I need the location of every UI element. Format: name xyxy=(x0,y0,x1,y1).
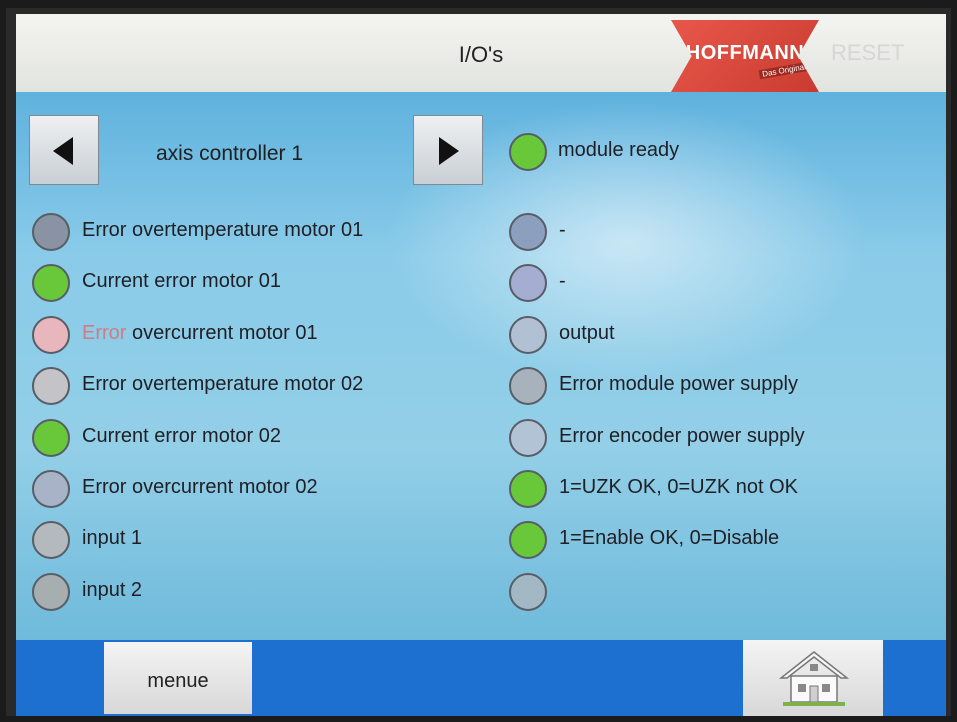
reset-button[interactable]: RESET xyxy=(831,40,904,66)
left-indicator-led xyxy=(32,213,70,251)
left-indicator-led xyxy=(32,521,70,559)
right-indicator-led xyxy=(509,367,547,405)
home-icon xyxy=(779,651,849,706)
label-text: Current error motor 01 xyxy=(82,270,281,292)
left-indicator-label: Error overcurrent motor 02 xyxy=(82,476,318,499)
left-indicator-led xyxy=(32,264,70,302)
label-text: Error overcurrent motor 02 xyxy=(82,476,318,498)
right-indicator-led xyxy=(509,470,547,508)
module-ready-indicator xyxy=(509,133,547,171)
right-indicator-led xyxy=(509,213,547,251)
right-indicator-led xyxy=(509,316,547,354)
label-text: Error overtemperature motor 01 xyxy=(82,219,364,241)
right-indicator-label: Error module power supply xyxy=(559,373,798,396)
menu-button[interactable]: menue xyxy=(104,642,252,714)
left-indicator-label: Error overtemperature motor 02 xyxy=(82,373,363,396)
right-indicator-label: output xyxy=(559,322,615,345)
left-indicator-label: Current error motor 01 xyxy=(82,270,281,293)
hmi-screen: I/O's HOFFMANN Das Original RESET axis c… xyxy=(6,8,951,716)
label-text: - xyxy=(559,270,566,292)
left-indicator-led xyxy=(32,470,70,508)
arrow-right-icon xyxy=(439,137,459,165)
menu-button-label: menue xyxy=(147,670,209,692)
right-indicator-led xyxy=(509,521,547,559)
page-title: I/O's xyxy=(458,42,504,67)
right-indicator-led xyxy=(509,419,547,457)
axis-controller-label: axis controller 1 xyxy=(156,142,304,165)
left-indicator-led xyxy=(32,419,70,457)
hoffmann-logo: HOFFMANN Das Original xyxy=(671,20,819,92)
module-ready-label: module ready xyxy=(558,139,680,161)
label-text: input 2 xyxy=(82,579,143,601)
label-text: overcurrent motor 01 xyxy=(126,322,318,344)
left-indicator-label: input 1 xyxy=(82,527,142,550)
right-indicator-label: 1=Enable OK, 0=Disable xyxy=(559,527,779,550)
footer-bar: menue xyxy=(16,640,946,716)
left-indicator-led xyxy=(32,573,70,611)
header-bar: I/O's HOFFMANN Das Original RESET xyxy=(16,14,946,92)
right-indicator-label: Error encoder power supply xyxy=(559,425,805,448)
logo-text: HOFFMANN xyxy=(685,42,805,64)
prev-controller-button[interactable] xyxy=(29,115,99,185)
label-text: - xyxy=(559,219,566,241)
label-text: input 1 xyxy=(82,527,143,549)
label-text: Current error motor 02 xyxy=(82,425,281,447)
left-indicator-label: Current error motor 02 xyxy=(82,425,281,448)
left-indicator-led xyxy=(32,367,70,405)
label-prefix: Error xyxy=(82,322,127,344)
left-indicator-label: Error overcurrent motor 01 xyxy=(82,322,318,345)
label-text: 1=Enable OK, 0=Disable xyxy=(559,527,780,549)
label-text: Error overtemperature motor 02 xyxy=(82,373,364,395)
label-text: Error module power supply xyxy=(559,373,798,395)
right-indicator-led xyxy=(509,264,547,302)
left-indicator-label: Error overtemperature motor 01 xyxy=(82,219,363,242)
right-indicator-led xyxy=(509,573,547,611)
left-indicator-label: input 2 xyxy=(82,579,142,602)
io-panel: axis controller 1 module ready Error ove… xyxy=(16,92,946,640)
right-indicator-label: - xyxy=(559,219,566,242)
home-button[interactable] xyxy=(743,640,883,716)
right-indicator-label: 1=UZK OK, 0=UZK not OK xyxy=(559,476,798,499)
label-text: 1=UZK OK, 0=UZK not OK xyxy=(559,476,798,498)
left-indicator-led xyxy=(32,316,70,354)
label-text: Error encoder power supply xyxy=(559,425,805,447)
right-indicator-label: - xyxy=(559,270,566,293)
label-text: output xyxy=(559,322,615,344)
next-controller-button[interactable] xyxy=(413,115,483,185)
arrow-left-icon xyxy=(53,137,73,165)
